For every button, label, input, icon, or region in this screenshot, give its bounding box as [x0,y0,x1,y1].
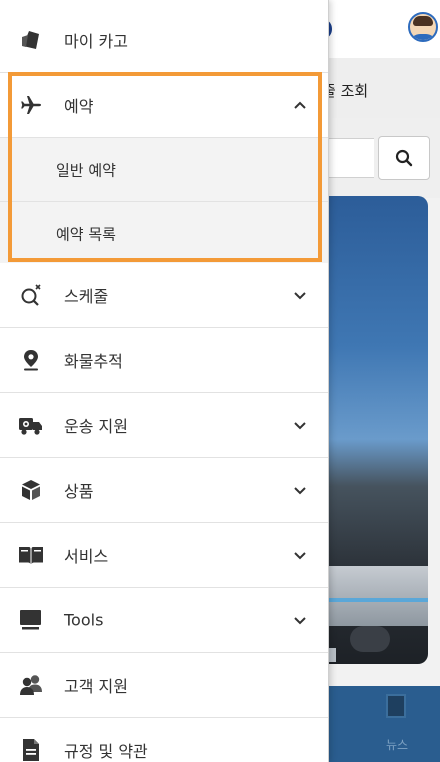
chevron-down-icon[interactable] [292,417,308,433]
menu-item-my-cargo[interactable]: 마이 카고 [0,8,328,73]
menu-item-customer-support[interactable]: 고객 지원 [0,653,328,718]
chevron-down-icon[interactable] [292,547,308,563]
schedule-search-icon [18,282,44,308]
tools-monitor-icon [18,607,44,633]
delivery-truck-icon [18,412,44,438]
menu-item-transport-support[interactable]: 운송 지원 [0,393,328,458]
submenu-item-booking-list[interactable]: 예약 목록 [0,202,328,266]
open-book-icon [18,542,44,568]
menu-item-booking[interactable]: 예약 [0,73,328,138]
menu-item-label: 규정 및 약관 [64,742,148,761]
menu-item-label: 예약 [64,97,94,116]
chevron-down-icon[interactable] [292,482,308,498]
submenu-item-label: 예약 목록 [56,225,116,243]
menu-item-schedule[interactable]: 스케줄 [0,263,328,328]
news-icon[interactable] [386,694,406,718]
menu-item-label: 마이 카고 [64,32,128,51]
package-box-icon [18,477,44,503]
chevron-up-icon[interactable] [292,97,308,113]
menu-item-label: 화물추적 [64,352,123,371]
people-icon [18,672,44,698]
menu-item-tools[interactable]: Tools [0,588,328,653]
navigation-drawer: 마이 카고 예약 일반 예약 예약 목록 스케줄 화물추적 운송 지원 상품 서… [0,0,329,762]
menu-item-services[interactable]: 서비스 [0,523,328,588]
submenu-item-label: 일반 예약 [56,161,116,179]
menu-item-cargo-tracking[interactable]: 화물추적 [0,328,328,393]
menu-item-products[interactable]: 상품 [0,458,328,523]
menu-item-regulations-terms[interactable]: 규정 및 약관 [0,718,328,762]
document-icon [18,737,44,762]
card-tag-icon [18,27,44,53]
search-button[interactable] [378,136,430,180]
menu-item-label: 서비스 [64,547,109,566]
search-icon [395,149,413,167]
location-pin-icon [18,347,44,373]
chevron-down-icon[interactable] [292,287,308,303]
menu-item-label: 상품 [64,482,94,501]
submenu-item-general-booking[interactable]: 일반 예약 [0,138,328,202]
chevron-down-icon[interactable] [292,612,308,628]
app-viewport: 줄 조회 뉴스 마이 카고 예약 일반 예약 예약 목록 스케줄 화물추적 운송… [0,0,440,762]
menu-item-label: 운송 지원 [64,417,128,436]
menu-item-label: Tools [64,610,104,630]
aircraft-engine [350,626,390,652]
menu-item-label: 고객 지원 [64,677,128,696]
avatar[interactable] [408,12,438,42]
airplane-icon [18,92,44,118]
menu-item-label: 스케줄 [64,287,109,306]
avatar-hair [413,16,433,26]
bottom-nav-news-label[interactable]: 뉴스 [386,736,408,753]
